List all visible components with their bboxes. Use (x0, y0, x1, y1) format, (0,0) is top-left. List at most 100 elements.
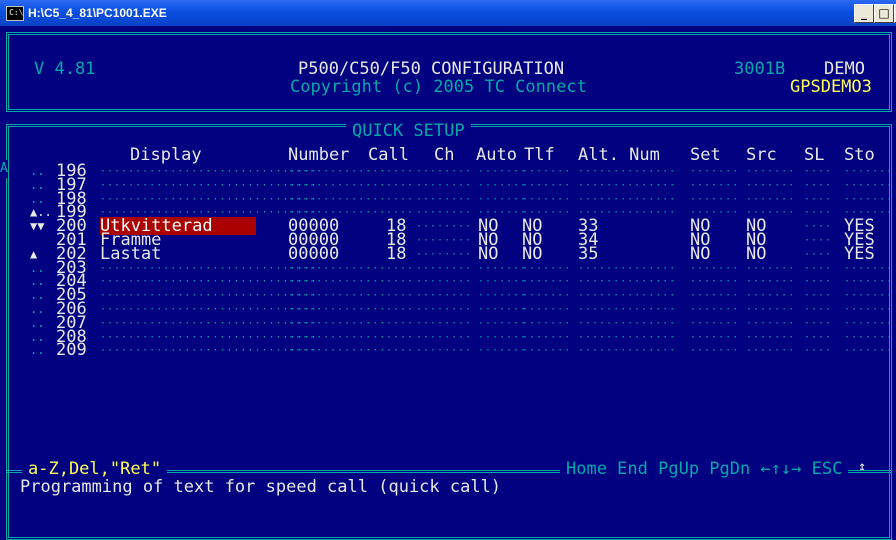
row-number-placeholder: ·············· (288, 179, 387, 191)
row-tlf-placeholder: ······· (522, 345, 572, 357)
footer-keys-left: a-Z,Del,"Ret" (22, 460, 168, 478)
scroll-top-marker: A (0, 160, 8, 178)
row-ch-placeholder: ········ (416, 317, 473, 329)
row-sl-placeholder: ···· (804, 331, 833, 343)
row-sto-placeholder: ······· (844, 317, 894, 329)
row-ch-placeholder: ········ (416, 166, 473, 177)
row-display-placeholder: ······························· (100, 331, 318, 343)
row-tlf-placeholder: ······· (522, 179, 572, 191)
row-alt-placeholder: ·············· (578, 193, 677, 205)
row-call-placeholder: ···· (386, 331, 415, 343)
row-sto-placeholder: ······· (844, 345, 894, 357)
row-call-placeholder: ···· (386, 193, 415, 205)
row-auto-placeholder: ······· (478, 193, 528, 205)
row-alt-placeholder: ·············· (578, 290, 677, 302)
row-call-placeholder: ···· (386, 166, 415, 177)
row-alt-placeholder: ·············· (578, 179, 677, 191)
row-sto-placeholder: ······· (844, 262, 894, 274)
row-call-value: 18 (386, 243, 407, 264)
app-icon-text: C:\ (9, 8, 24, 17)
row-alt-placeholder: ·············· (578, 166, 677, 177)
row-src-placeholder: ······· (746, 276, 796, 288)
row-call-placeholder: ···· (386, 317, 415, 329)
row-alt-placeholder: ·············· (578, 345, 677, 357)
row-ch-placeholder: ········ (416, 193, 473, 205)
row-ch-placeholder: ········ (416, 262, 473, 274)
col-src: Src (746, 145, 777, 165)
col-sl: SL (804, 145, 825, 165)
config-title: P500/C50/F50 CONFIGURATION (298, 59, 565, 79)
row-tlf-placeholder: ······· (522, 193, 572, 205)
row-auto-placeholder: ······· (478, 262, 528, 274)
col-sto: Sto (844, 145, 875, 165)
row-number-placeholder: ·············· (288, 345, 387, 357)
row-number-placeholder: ·············· (288, 317, 387, 329)
row-ch-placeholder: ········ (416, 248, 473, 260)
row-auto-placeholder: ······· (478, 304, 528, 315)
row-sl-placeholder: ···· (804, 276, 833, 288)
row-sl-placeholder: ···· (804, 290, 833, 302)
row-src-placeholder: ······· (746, 262, 796, 274)
row-call-placeholder: ···· (386, 276, 415, 288)
console-screen: V 4.81 P500/C50/F50 CONFIGURATION Copyri… (0, 26, 896, 540)
row-sto-placeholder: ······· (844, 304, 894, 315)
col-call: Call (368, 145, 409, 165)
row-sl-placeholder: ···· (804, 317, 833, 329)
row-number-placeholder: ·············· (288, 290, 387, 302)
row-src-placeholder: ······· (746, 304, 796, 315)
row-alt-value: 35 (578, 243, 599, 264)
maximize-button[interactable]: □ (874, 4, 894, 23)
row-alt-placeholder: ·············· (578, 317, 677, 329)
row-display-text[interactable]: Lastat (100, 245, 161, 263)
row-ch-placeholder: ········ (416, 345, 473, 357)
row-tlf-placeholder: ······· (522, 276, 572, 288)
col-set: Set (690, 145, 721, 165)
col-ch: Ch (434, 145, 455, 165)
row-auto-placeholder: ······· (478, 331, 528, 343)
row-tlf-placeholder: ······· (522, 166, 572, 177)
row-sl-placeholder: ···· (804, 345, 833, 357)
status-line: Programming of text for speed call (quic… (20, 477, 502, 497)
row-number-placeholder: ·············· (288, 166, 387, 177)
row-sto-placeholder: ······· (844, 179, 894, 191)
row-src-placeholder: ······· (746, 290, 796, 302)
row-tlf-placeholder: ······· (522, 331, 572, 343)
version-label: V 4.81 (34, 59, 96, 79)
row-display-placeholder: ······························· (100, 317, 318, 329)
row-sto-placeholder: ······· (844, 290, 894, 302)
copyright-text: Copyright (c) 2005 TC Connect (290, 77, 587, 97)
row-sl-placeholder: ···· (804, 193, 833, 205)
row-marker: ▼▼ (30, 219, 45, 234)
window-title: H:\C5_4_81\PC1001.EXE (28, 6, 167, 20)
row-display-placeholder: ······························· (100, 166, 318, 177)
row-set-placeholder: ······· (690, 345, 740, 357)
row-ch-placeholder: ········ (416, 221, 473, 233)
row-call-placeholder: ···· (386, 345, 415, 357)
row-ch-placeholder: ········ (416, 207, 473, 219)
row-alt-placeholder: ·············· (578, 304, 677, 315)
row-sl-placeholder: ···· (804, 248, 833, 260)
minimize-button[interactable]: _ (854, 4, 874, 23)
row-sto-placeholder: ······· (844, 276, 894, 288)
scroll-arrow-icon[interactable]: ↕ (858, 458, 866, 476)
row-number-placeholder: ·············· (288, 262, 387, 274)
row-src-placeholder: ······· (746, 193, 796, 205)
row-number-placeholder: ·············· (288, 276, 387, 288)
row-set-placeholder: ······· (690, 193, 740, 205)
footer-keys-right: Home End PgUp PgDn ←↑↓→ ESC (560, 460, 849, 478)
row-auto-placeholder: ······· (478, 317, 528, 329)
row-alt-placeholder: ·············· (578, 262, 677, 274)
row-set-placeholder: ······· (690, 179, 740, 191)
row-ch-placeholder: ········ (416, 235, 473, 246)
row-number: 209 (56, 340, 87, 361)
row-number-placeholder: ·············· (288, 304, 387, 315)
row-number-value: 00000 (288, 243, 340, 264)
console-app-icon: C:\ (6, 6, 24, 21)
row-src-placeholder: ······· (746, 179, 796, 191)
device-code: 3001B (734, 59, 786, 79)
row-auto-placeholder: ······· (478, 166, 528, 177)
row-ch-placeholder: ········ (416, 304, 473, 315)
row-call-placeholder: ···· (386, 290, 415, 302)
row-tlf-placeholder: ······· (522, 290, 572, 302)
row-display-placeholder: ······························· (100, 304, 318, 315)
